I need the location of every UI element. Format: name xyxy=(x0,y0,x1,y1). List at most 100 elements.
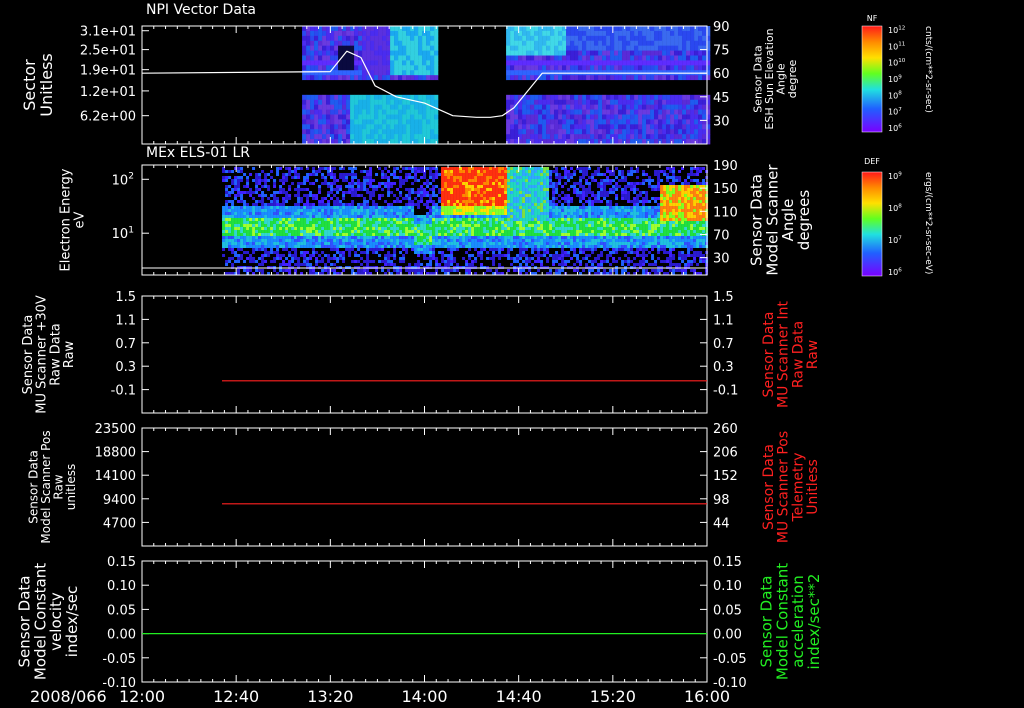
spectrogram-cell xyxy=(309,245,313,248)
spectrogram-cell xyxy=(252,230,256,233)
spectrogram-cell xyxy=(642,75,647,81)
spectrogram-cell xyxy=(426,134,431,140)
spectrogram-cell xyxy=(243,191,247,194)
spectrogram-cell xyxy=(342,114,347,120)
spectrogram-cell xyxy=(378,65,383,71)
spectrogram-cell xyxy=(519,185,523,188)
spectrogram-cell xyxy=(387,254,391,257)
spectrogram-cell xyxy=(378,26,383,32)
spectrogram-cell xyxy=(351,212,355,215)
spectrogram-cell xyxy=(321,182,325,185)
spectrogram-cell xyxy=(614,104,619,110)
spectrogram-cell xyxy=(666,30,671,37)
spectrogram-cell xyxy=(447,269,451,272)
spectrogram-cell xyxy=(420,176,424,179)
spectrogram-cell xyxy=(501,230,505,233)
spectrogram-cell xyxy=(682,85,687,91)
spectrogram-cell xyxy=(610,45,615,51)
spectrogram-cell xyxy=(402,209,406,212)
spectrogram-cell xyxy=(570,99,575,106)
spectrogram-cell xyxy=(426,26,431,32)
spectrogram-cell xyxy=(492,188,496,191)
spectrogram-cell xyxy=(658,134,663,140)
spectrogram-cell xyxy=(682,129,687,135)
spectrogram-cell xyxy=(480,224,484,227)
spectrogram-cell xyxy=(474,212,478,215)
spectrogram-cell xyxy=(300,224,304,227)
spectrogram-cell xyxy=(279,254,283,257)
spectrogram-cell xyxy=(429,248,433,251)
spectrogram-cell xyxy=(310,50,315,56)
spectrogram-cell xyxy=(662,119,667,125)
spectrogram-cell xyxy=(674,114,679,120)
spectrogram-cell xyxy=(294,257,298,260)
spectrogram-cell xyxy=(558,35,563,42)
spectrogram-cell xyxy=(422,65,427,71)
spectrogram-cell xyxy=(342,109,347,115)
spectrogram-cell xyxy=(698,99,703,106)
spectrogram-cell xyxy=(237,212,241,215)
spectrogram-cell xyxy=(300,167,304,170)
spectrogram-cell xyxy=(471,215,475,218)
spectrogram-cell xyxy=(453,224,457,227)
spectrogram-cell xyxy=(366,60,371,66)
spectrogram-cell xyxy=(411,191,415,194)
spectrogram-cell xyxy=(362,119,367,125)
spectrogram-cell xyxy=(602,104,607,110)
spectrogram-cell xyxy=(429,182,433,185)
spectrogram-cell xyxy=(465,260,469,263)
spectrogram-cell xyxy=(294,236,298,239)
spectrogram-cell xyxy=(375,203,379,206)
spectrogram-cell xyxy=(346,26,351,32)
spectrogram-cell xyxy=(231,218,235,221)
spectrogram-cell xyxy=(489,233,493,236)
spectrogram-cell xyxy=(348,218,352,221)
spectrogram-cell xyxy=(423,227,427,230)
spectrogram-cell xyxy=(222,233,226,236)
spectrogram-cell xyxy=(358,26,363,32)
spectrogram-cell xyxy=(390,260,394,263)
spectrogram-cell xyxy=(366,134,371,140)
spectrogram-cell xyxy=(570,30,575,37)
spectrogram-cell xyxy=(333,200,337,203)
spectrogram-cell xyxy=(396,218,400,221)
spectrogram-cell xyxy=(398,129,403,135)
spectrogram-cell xyxy=(338,119,343,125)
spectrogram-cell xyxy=(678,75,683,81)
spectrogram-cell xyxy=(426,251,430,254)
spectrogram-cell xyxy=(489,194,493,197)
spectrogram-cell xyxy=(622,94,627,101)
spectrogram-cell xyxy=(489,248,493,251)
spectrogram-cell xyxy=(435,236,439,239)
spectrogram-cell xyxy=(285,221,289,224)
spectrogram-cell xyxy=(330,236,334,239)
spectrogram-cell xyxy=(327,215,331,218)
spectrogram-cell xyxy=(570,104,575,110)
spectrogram-cell xyxy=(246,221,250,224)
spectrogram-cell xyxy=(330,245,334,248)
spectrogram-cell xyxy=(374,89,379,96)
spectrogram-cell xyxy=(423,245,427,248)
spectrogram-cell xyxy=(468,176,472,179)
spectrogram-cell xyxy=(350,60,355,66)
spectrogram-cell xyxy=(273,230,277,233)
spectrogram-cell xyxy=(658,85,663,91)
spectrogram-cell xyxy=(514,124,519,130)
spectrogram-cell xyxy=(255,173,259,176)
spectrogram-cell xyxy=(345,179,349,182)
spectrogram-cell xyxy=(399,257,403,260)
spectrogram-cell xyxy=(465,212,469,215)
spectrogram-cell xyxy=(642,50,647,56)
spectrogram-cell xyxy=(510,60,515,66)
spectrogram-cell xyxy=(486,173,490,176)
spectrogram-cell xyxy=(516,224,520,227)
spectrogram-cell xyxy=(453,245,457,248)
spectrogram-cell xyxy=(516,176,520,179)
spectrogram-cell xyxy=(234,212,238,215)
spectrogram-cell xyxy=(538,80,543,86)
spectrogram-cell xyxy=(456,203,460,206)
spectrogram-cell xyxy=(422,129,427,135)
spectrogram-cell xyxy=(414,269,418,272)
spectrogram-cell xyxy=(542,94,547,101)
spectrogram-cell xyxy=(453,194,457,197)
